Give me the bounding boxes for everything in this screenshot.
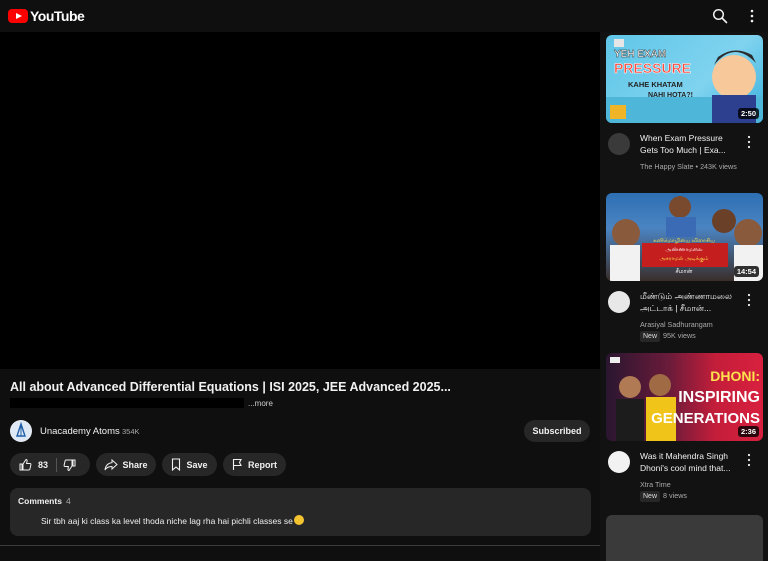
channel-name[interactable]: Unacademy Atoms [40, 426, 120, 437]
video-duration: 14:54 [733, 266, 759, 277]
save-button[interactable]: Save [162, 453, 217, 476]
recommendation-card[interactable]: கனிமொழியை விளாசிய அண்ணாமலை அசராமல் அடிக்… [606, 193, 763, 343]
thumb-line-4: NAHI HOTA?! [648, 92, 693, 99]
more-link[interactable]: ...more [248, 399, 273, 408]
more-vertical-icon[interactable] [746, 8, 758, 24]
thumb-line-1: DHONI: [710, 368, 760, 384]
emoji-icon [293, 515, 304, 525]
video-thumbnail[interactable]: கனிமொழியை விளாசிய அண்ணாமலை அசராமல் அடிக்… [606, 193, 763, 281]
view-count: 95K views [663, 331, 696, 340]
divider [0, 545, 600, 546]
subscribed-button[interactable]: Subscribed [524, 420, 590, 442]
view-count: 243K views [700, 162, 737, 171]
channel-row: Unacademy Atoms 354K Subscribed [10, 420, 592, 444]
thumbs-down-icon[interactable] [63, 458, 77, 472]
recommendation-card[interactable] [606, 515, 763, 561]
like-divider [56, 457, 58, 472]
commenter-avatar [18, 514, 34, 530]
thumb-line-2: PRESSURE [614, 60, 691, 76]
logo-text: YouTube [30, 8, 85, 24]
thumbs-up-icon[interactable] [18, 458, 32, 472]
thumb-line-2: INSPIRING [678, 389, 760, 406]
video-title[interactable]: Was it Mahendra Singh Dhoni's cool mind … [640, 450, 740, 474]
thumb-line-2: அண்ணாமலை [665, 247, 703, 253]
video-thumbnail[interactable]: DHONI: INSPIRING GENERATIONS 2:36 [606, 353, 763, 441]
channel-name: The Happy Slate [640, 162, 694, 171]
channel-avatar[interactable] [608, 291, 630, 313]
channel-logo-icon [11, 421, 31, 441]
video-thumbnail[interactable]: YEH EXAM PRESSURE KAHE KHATAM NAHI HOTA?… [606, 35, 763, 123]
view-count: 8 views [663, 491, 687, 500]
comments-count: 4 [66, 496, 71, 506]
video-thumbnail-placeholder[interactable] [606, 515, 763, 561]
more-vertical-icon[interactable] [746, 293, 752, 307]
video-title[interactable]: When Exam Pressure Gets Too Much | Exa..… [640, 132, 740, 156]
channel-avatar[interactable] [10, 420, 32, 442]
video-meta: Xtra Time New 8 views [640, 479, 740, 502]
video-title: All about Advanced Differential Equation… [10, 380, 451, 394]
save-label: Save [186, 459, 208, 470]
recommendation-card[interactable]: DHONI: INSPIRING GENERATIONS 2:36 Was it… [606, 353, 763, 503]
video-meta: Arasiyal Sadhurangam New 95K views [640, 319, 740, 342]
youtube-logo-icon [8, 9, 28, 23]
like-count[interactable]: 83 [38, 460, 48, 470]
thumb-line-3: KAHE KHATAM [628, 80, 683, 89]
channel-subscriber-count: 354K [122, 427, 140, 436]
thumb-line-4: சீமான் [675, 268, 692, 275]
thumb-line-3: GENERATIONS [651, 410, 760, 427]
flag-icon [232, 458, 242, 470]
video-player[interactable] [0, 32, 600, 369]
top-bar: YouTube [0, 0, 768, 32]
description-preview[interactable] [10, 398, 244, 408]
share-icon [104, 458, 119, 470]
thumb-line-1: YEH EXAM [614, 49, 666, 60]
video-duration: 2:36 [737, 426, 759, 437]
comments-preview[interactable]: Comments 4 Sir tbh aaj ki class ka level… [10, 488, 591, 536]
top-comment-text: Sir tbh aaj ki class ka level thoda nich… [41, 516, 293, 526]
youtube-logo[interactable]: YouTube [8, 8, 85, 24]
new-badge: New [640, 491, 661, 502]
share-button[interactable]: Share [96, 453, 156, 476]
search-icon[interactable] [712, 8, 728, 24]
share-label: Share [122, 459, 148, 470]
bookmark-icon [172, 458, 181, 471]
report-button[interactable]: Report [223, 453, 286, 476]
thumb-line-3: அசராமல் அடிக்கும் [660, 256, 709, 263]
video-duration: 2:50 [737, 108, 759, 119]
channel-name: Arasiyal Sadhurangam [640, 320, 713, 329]
thumb-line-1: கனிமொழியை விளாசிய [653, 237, 715, 244]
like-dislike-group: 83 [10, 453, 90, 476]
video-title[interactable]: மீண்டும் அண்ணாமலை அட்டாக் | சீமான்... [640, 290, 740, 314]
recommendation-card[interactable]: YEH EXAM PRESSURE KAHE KHATAM NAHI HOTA?… [606, 35, 763, 185]
new-badge: New [640, 331, 661, 342]
more-vertical-icon[interactable] [746, 453, 752, 467]
video-meta: The Happy Slate • 243K views [640, 162, 737, 171]
comments-label: Comments [18, 496, 62, 506]
channel-avatar[interactable] [608, 133, 630, 155]
more-vertical-icon[interactable] [746, 135, 752, 149]
channel-avatar[interactable] [608, 451, 630, 473]
recommendations-sidebar: YEH EXAM PRESSURE KAHE KHATAM NAHI HOTA?… [600, 32, 768, 561]
channel-name: Xtra Time [640, 480, 671, 489]
top-comment: Sir tbh aaj ki class ka level thoda nich… [41, 515, 304, 526]
report-label: Report [248, 459, 277, 470]
